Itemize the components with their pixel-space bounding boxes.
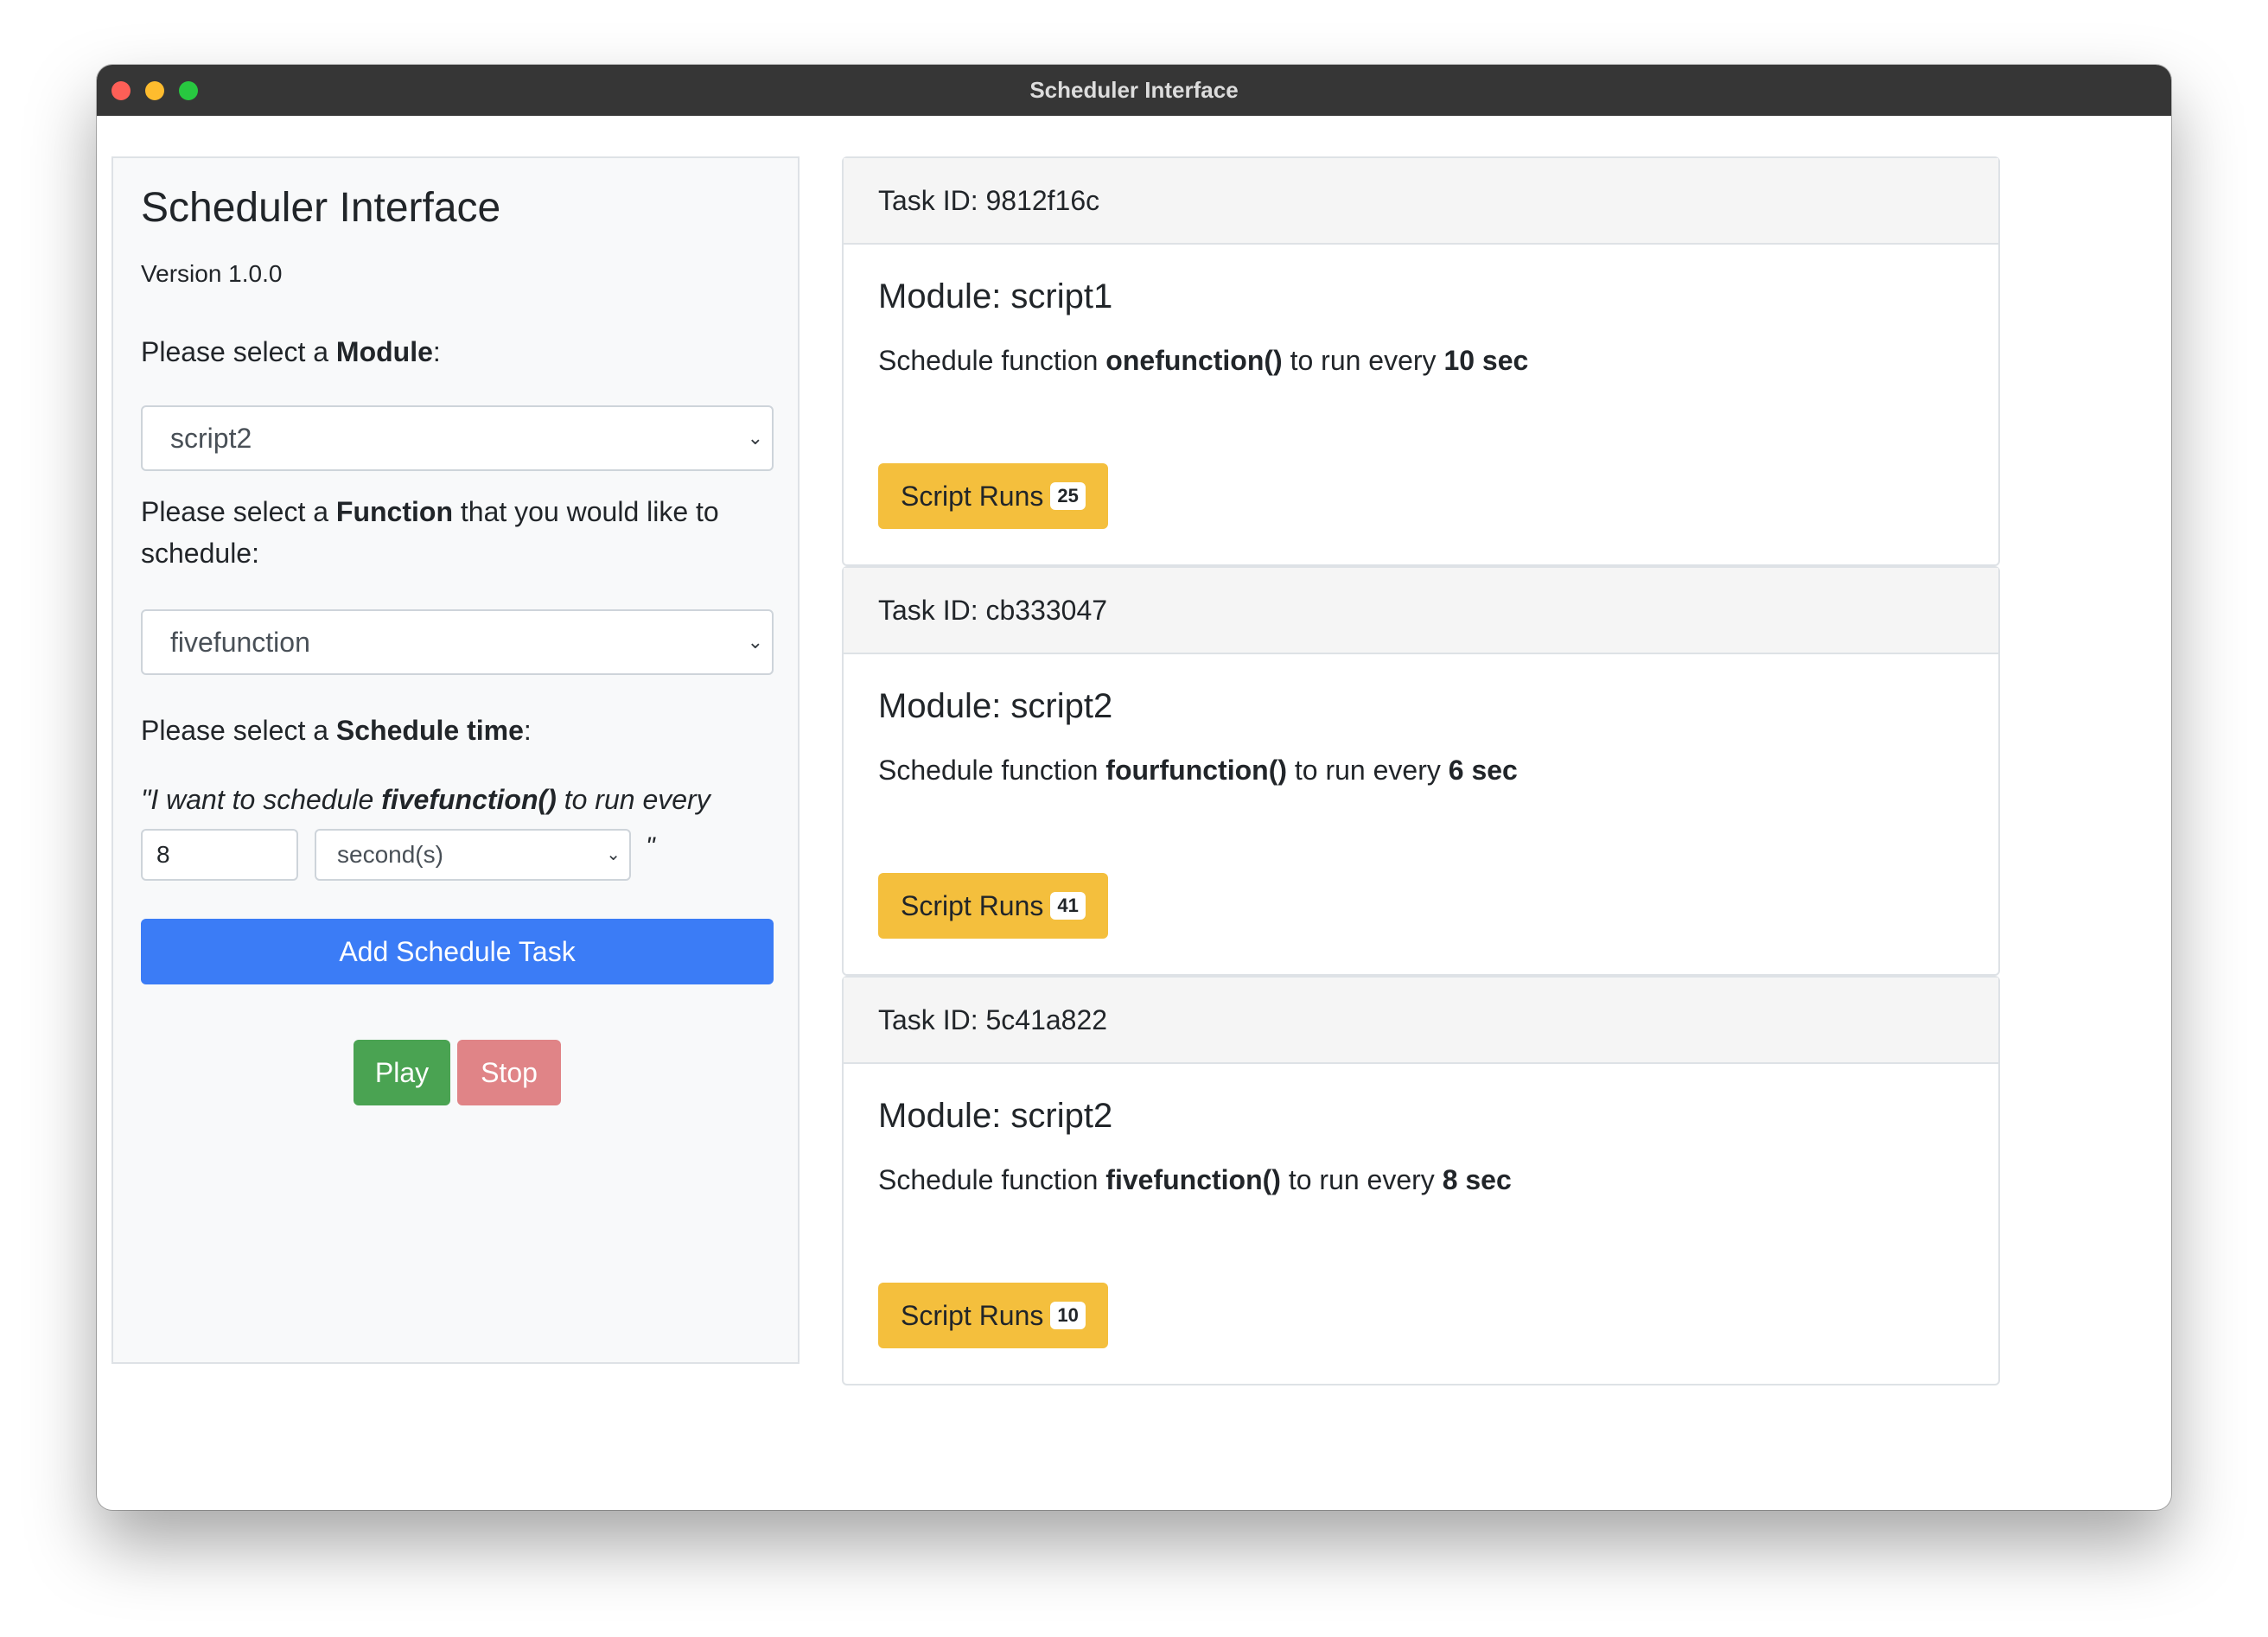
task-interval: 10 sec	[1443, 345, 1529, 376]
task-text-mid: to run every	[1282, 345, 1444, 376]
schedule-label: Please select a Schedule time:	[141, 710, 772, 751]
runs-count-badge: 25	[1050, 481, 1086, 510]
panel-title: Scheduler Interface	[141, 185, 501, 231]
task-module: Module: script2	[878, 687, 1113, 725]
interval-input[interactable]: 8	[141, 829, 298, 881]
task-function: onefunction()	[1105, 345, 1283, 376]
schedule-label-prefix: Please select a	[141, 715, 336, 746]
task-id: Task ID: cb333047	[844, 568, 1998, 654]
schedule-label-suffix: :	[523, 715, 532, 746]
task-id: Task ID: 9812f16c	[844, 158, 1998, 245]
title-bar: Scheduler Interface	[97, 65, 2171, 116]
task-text-mid: to run every	[1287, 755, 1449, 786]
function-select-value: fivefunction	[170, 627, 310, 658]
task-interval: 6 sec	[1448, 755, 1518, 786]
closing-quote: "	[646, 832, 655, 861]
sentence-function: fivefunction()	[381, 784, 557, 815]
module-label-bold: Module	[335, 336, 433, 367]
runs-count-badge: 10	[1050, 1301, 1086, 1329]
script-runs-label: Script Runs	[901, 1300, 1044, 1331]
script-runs-label: Script Runs	[901, 481, 1044, 512]
window-title: Scheduler Interface	[1029, 77, 1239, 103]
function-label-prefix: Please select a	[141, 496, 336, 527]
schedule-label-bold: Schedule time	[335, 715, 524, 746]
task-card: Task ID: cb333047 Module: script2 Schedu…	[842, 566, 2000, 976]
chevron-down-icon: ⌄	[606, 845, 621, 864]
task-id: Task ID: 5c41a822	[844, 978, 1998, 1064]
script-runs-button[interactable]: Script Runs 25	[878, 463, 1108, 529]
chevron-down-icon: ⌄	[747, 427, 763, 449]
unit-select-value: second(s)	[337, 841, 443, 868]
task-card: Task ID: 9812f16c Module: script1 Schedu…	[842, 156, 2000, 566]
sentence-suffix: to run every	[556, 784, 710, 815]
chevron-down-icon: ⌄	[747, 631, 763, 653]
task-text-prefix: Schedule function	[878, 755, 1106, 786]
task-module: Module: script2	[878, 1097, 1113, 1135]
script-runs-button[interactable]: Script Runs 10	[878, 1283, 1108, 1348]
module-label: Please select a Module:	[141, 331, 772, 373]
sentence-prefix: "I want to schedule	[141, 784, 382, 815]
task-text-prefix: Schedule function	[878, 345, 1106, 376]
module-label-suffix: :	[432, 336, 441, 367]
add-schedule-task-button[interactable]: Add Schedule Task	[141, 919, 774, 984]
module-select[interactable]: script2 ⌄	[141, 405, 774, 471]
unit-select[interactable]: second(s) ⌄	[315, 829, 631, 881]
scheduler-form-panel: Scheduler Interface Version 1.0.0 Please…	[111, 156, 800, 1364]
task-description: Schedule function onefunction() to run e…	[878, 345, 1528, 377]
script-runs-button[interactable]: Script Runs 41	[878, 873, 1108, 939]
task-text-mid: to run every	[1280, 1164, 1443, 1195]
function-select[interactable]: fivefunction ⌄	[141, 609, 774, 675]
stop-button[interactable]: Stop	[457, 1040, 561, 1105]
task-card: Task ID: 5c41a822 Module: script2 Schedu…	[842, 976, 2000, 1385]
task-function: fivefunction()	[1105, 1164, 1281, 1195]
task-text-prefix: Schedule function	[878, 1164, 1106, 1195]
task-description: Schedule function fourfunction() to run …	[878, 755, 1518, 787]
app-window: Scheduler Interface Scheduler Interface …	[97, 65, 2171, 1510]
module-label-prefix: Please select a	[141, 336, 336, 367]
task-description: Schedule function fivefunction() to run …	[878, 1164, 1512, 1196]
task-interval: 8 sec	[1442, 1164, 1512, 1195]
runs-count-badge: 41	[1050, 891, 1086, 920]
task-function: fourfunction()	[1105, 755, 1287, 786]
module-select-value: script2	[170, 423, 252, 454]
schedule-sentence: "I want to schedule fivefunction() to ru…	[141, 784, 710, 816]
task-module: Module: script1	[878, 277, 1113, 315]
task-list: Task ID: 9812f16c Module: script1 Schedu…	[842, 156, 2000, 1385]
play-button[interactable]: Play	[354, 1040, 450, 1105]
function-label-bold: Function	[335, 496, 453, 527]
version-text: Version 1.0.0	[141, 260, 283, 287]
script-runs-label: Script Runs	[901, 890, 1044, 921]
function-label: Please select a Function that you would …	[141, 491, 772, 574]
